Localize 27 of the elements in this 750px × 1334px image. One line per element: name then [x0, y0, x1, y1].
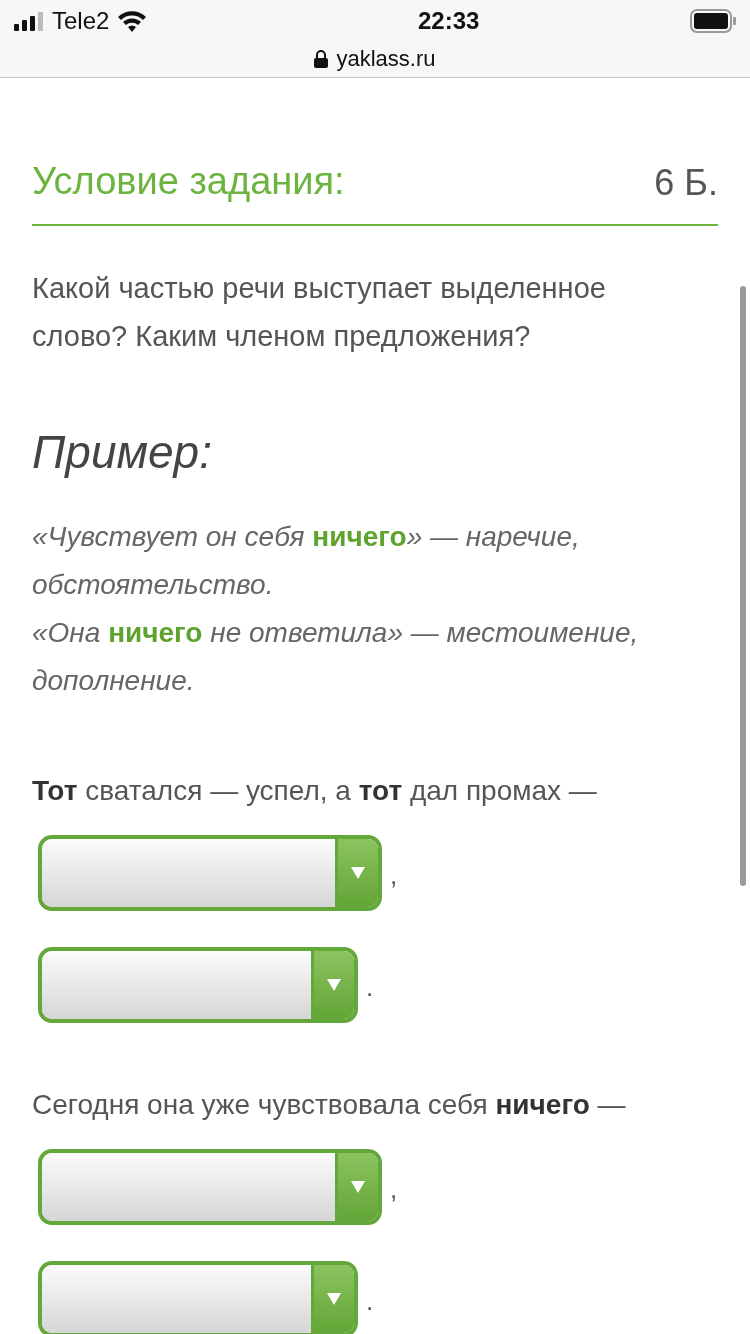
dropdown[interactable] [38, 1261, 358, 1334]
caret-icon [327, 1293, 341, 1305]
points: 6 Б. [654, 161, 718, 205]
wifi-icon [117, 10, 148, 32]
punctuation: , [390, 859, 398, 892]
url-text: yaklass.ru [336, 45, 436, 73]
section-title: Условие задания: [32, 159, 345, 204]
caret-icon [351, 867, 365, 879]
punctuation: . [366, 971, 374, 1004]
punctuation: . [366, 1285, 374, 1318]
clock: 22:33 [418, 6, 480, 36]
dropdown[interactable] [38, 947, 358, 1023]
caret-icon [327, 979, 341, 991]
question-text: Какой частью речи выступает выделенное слово? Каким членом предложения? [32, 271, 607, 354]
caret-icon [351, 1181, 365, 1193]
lock-icon [314, 49, 329, 68]
dropdown[interactable] [38, 1149, 382, 1225]
punctuation: , [390, 1173, 398, 1206]
exercise-sentence: Тот сватался — успел, а тот дал промах — [32, 774, 598, 808]
example-line: «Чувствует он себя ничего» — наречие, обстоятельство. [32, 520, 581, 602]
dropdown[interactable] [38, 835, 382, 911]
carrier-name: Tele2 [52, 6, 110, 36]
battery-icon [690, 9, 736, 33]
signal-icon [14, 11, 44, 31]
example-title: Пример: [32, 425, 213, 480]
exercise-sentence: Сегодня она уже чувствовала себя ничего — [32, 1088, 627, 1122]
example-line: «Она ничего не ответила» — местоимение, дополнение. [32, 616, 640, 698]
